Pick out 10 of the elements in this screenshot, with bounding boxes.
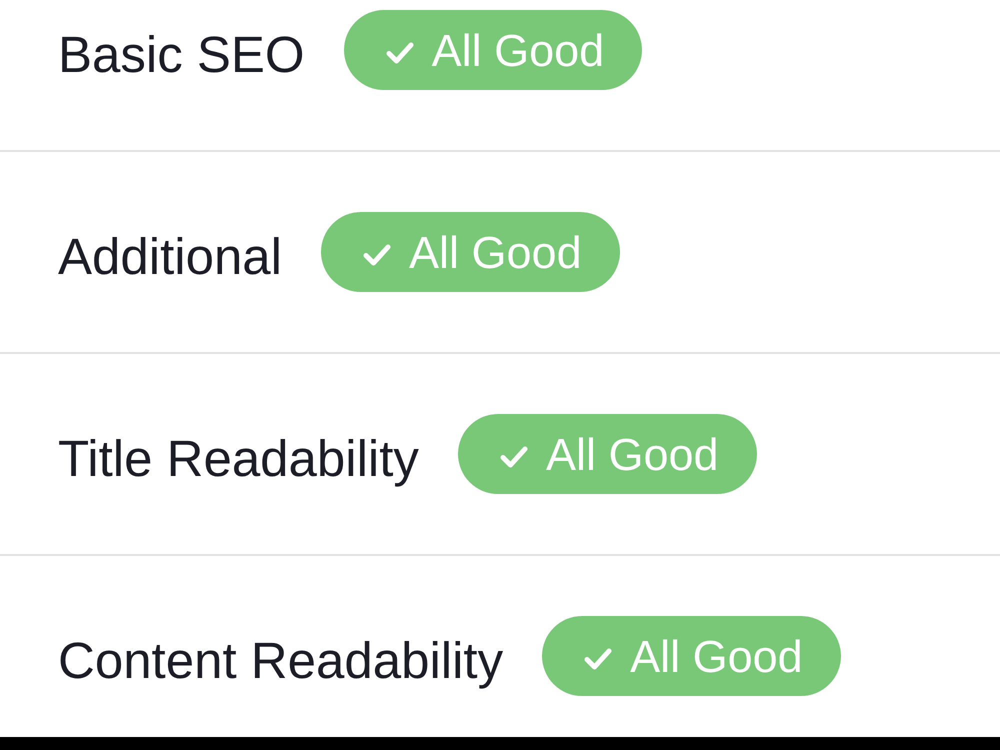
check-icon (363, 243, 391, 267)
section-title: Additional (58, 226, 282, 282)
section-title: Basic SEO (58, 24, 305, 80)
check-icon (584, 647, 612, 671)
check-icon (386, 41, 414, 65)
status-badge: All Good (458, 414, 757, 494)
status-badge: All Good (344, 10, 642, 90)
status-badge: All Good (542, 616, 841, 696)
status-badge: All Good (321, 212, 620, 292)
check-icon (500, 445, 528, 469)
